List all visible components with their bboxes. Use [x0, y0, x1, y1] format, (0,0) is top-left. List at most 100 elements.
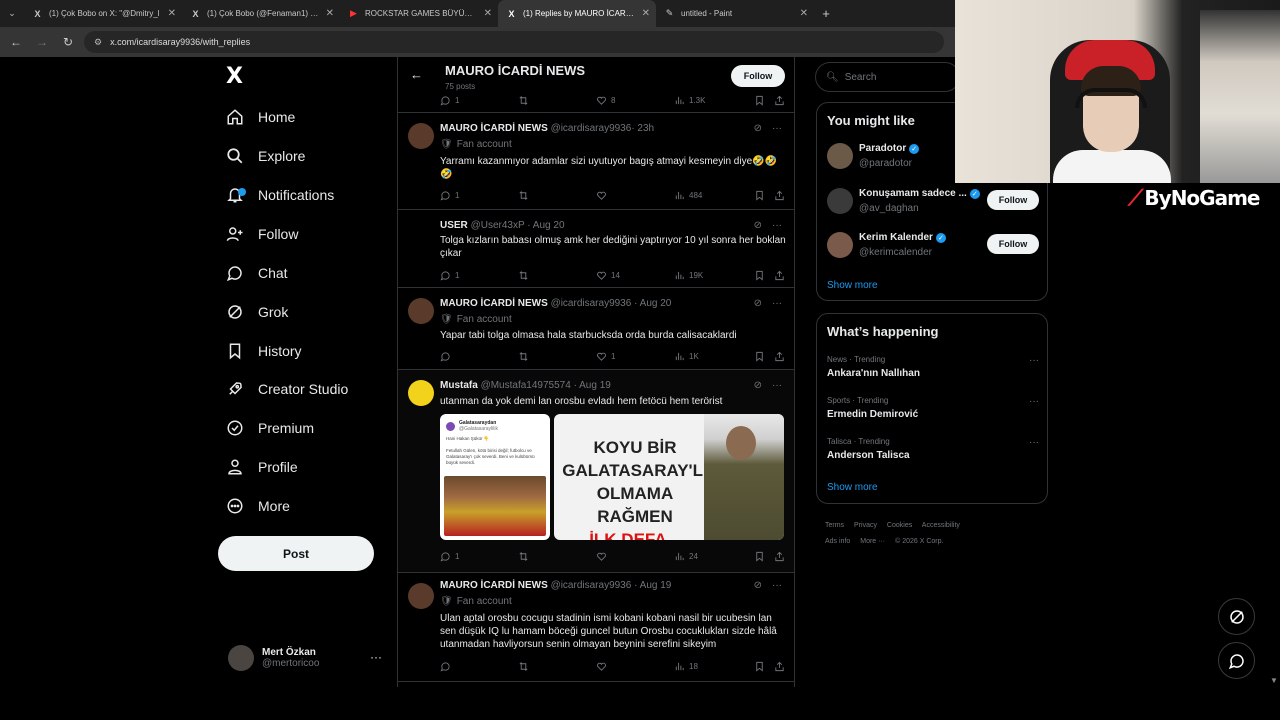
reply-button[interactable]: 1 [440, 95, 518, 106]
timestamp[interactable]: · Aug 20 [527, 220, 564, 231]
more-dots-icon[interactable]: ··· [772, 298, 782, 309]
follow-button[interactable]: Follow [987, 234, 1039, 254]
grok-floating-button[interactable] [1218, 598, 1255, 635]
nav-more[interactable]: More [226, 494, 290, 518]
footer-link-ads-info[interactable]: Ads info [825, 538, 850, 545]
more-dots-icon[interactable]: ··· [1029, 355, 1039, 366]
footer-link-terms[interactable]: Terms [825, 522, 844, 529]
author-name[interactable]: USER [440, 220, 468, 231]
like-button[interactable]: 1 [596, 351, 674, 362]
media-image-headline[interactable]: KOYU BİR GALATASARAY'LI OLMAMA RAĞMEN İL… [554, 414, 784, 540]
browser-tab-3[interactable]: X (1) Replies by MAURO İCARDİ N ✕ [498, 0, 656, 27]
browser-tab-4[interactable]: ✎ untitled - Paint ✕ [656, 0, 814, 27]
reply-button[interactable]: 1 [440, 270, 518, 281]
more-dots-icon[interactable]: ··· [772, 580, 782, 591]
nav-notifications[interactable]: Notifications [226, 183, 334, 207]
author-handle[interactable]: @icardisaray9936 [551, 580, 632, 591]
browser-tab-1[interactable]: X (1) Çok Bobo (@Fenaman1) / X ✕ [182, 0, 340, 27]
browser-tab-2[interactable]: ▶ ROCKSTAR GAMES BÜYÜK S*Ç ✕ [340, 0, 498, 27]
views-button[interactable]: 484 [674, 190, 754, 201]
footer-link-privacy[interactable]: Privacy [854, 522, 877, 529]
new-tab-button[interactable]: + [814, 0, 838, 27]
retweet-button[interactable] [518, 270, 596, 281]
retweet-button[interactable] [518, 351, 596, 362]
retweet-button[interactable] [518, 95, 596, 106]
follow-button[interactable]: Follow [731, 65, 785, 87]
views-button[interactable]: 1.3K [674, 95, 754, 106]
trend-item[interactable]: Talisca · Trending Anderson Talisca ··· [827, 437, 1039, 461]
scroll-down-arrow-icon[interactable]: ▼ [1270, 676, 1278, 685]
url-field[interactable]: ⚙ x.com/icardisaray9936/with_replies [84, 31, 944, 53]
more-dots-icon[interactable]: ··· [772, 380, 782, 391]
author-name[interactable]: MAURO İCARDİ NEWS [440, 580, 548, 591]
forward-arrow-icon[interactable]: → [32, 32, 52, 52]
grok-icon[interactable]: ⊘ [754, 380, 762, 391]
bookmark-button[interactable] [754, 190, 774, 201]
nav-profile[interactable]: Profile [226, 455, 298, 479]
bookmark-button[interactable] [754, 661, 774, 672]
author-handle[interactable]: @icardisaray9936 [551, 123, 632, 134]
more-dots-icon[interactable]: ··· [772, 123, 782, 134]
views-button[interactable]: 24 [674, 551, 754, 562]
author-handle[interactable]: @Mustafa14975574 [481, 380, 571, 391]
nav-explore[interactable]: Explore [226, 144, 305, 168]
reply-button[interactable]: 1 [440, 190, 518, 201]
views-button[interactable]: 1K [674, 351, 754, 362]
avatar[interactable] [408, 583, 434, 609]
browser-tab-0[interactable]: X (1) Çok Bobo on X: "@Dmitry_l ✕ [24, 0, 182, 27]
share-button[interactable] [774, 351, 786, 362]
reply-button[interactable]: 1 [440, 551, 518, 562]
like-button[interactable] [596, 190, 674, 201]
nav-history[interactable]: History [226, 339, 302, 363]
like-button[interactable]: 8 [596, 95, 674, 106]
nav-chat[interactable]: Chat [226, 261, 288, 285]
like-button[interactable] [596, 551, 674, 562]
share-button[interactable] [774, 270, 786, 281]
site-info-icon[interactable]: ⚙ [94, 37, 102, 48]
share-button[interactable] [774, 95, 786, 106]
reply-button[interactable] [440, 661, 518, 672]
share-button[interactable] [774, 551, 786, 562]
tweet[interactable]: MAURO İCARDİ NEWS @icardisaray9936 · Aug… [398, 573, 794, 682]
nav-home[interactable]: Home [226, 105, 295, 129]
views-button[interactable]: 18 [674, 661, 754, 672]
retweet-button[interactable] [518, 661, 596, 672]
share-button[interactable] [774, 190, 786, 201]
nav-creator-studio[interactable]: Creator Studio [226, 377, 348, 401]
main-timeline[interactable]: ← MAURO İCARDİ NEWS 75 posts Follow 1 8 … [397, 57, 795, 687]
author-name[interactable]: MAURO İCARDİ NEWS [440, 298, 548, 309]
like-button[interactable]: 14 [596, 270, 674, 281]
grok-icon[interactable]: ⊘ [754, 298, 762, 309]
nav-follow[interactable]: Follow [226, 222, 298, 246]
close-icon[interactable]: ✕ [642, 8, 650, 19]
post-button[interactable]: Post [218, 536, 374, 571]
more-dots-icon[interactable]: ··· [370, 650, 382, 664]
more-dots-icon[interactable]: ··· [1029, 437, 1039, 448]
tweet[interactable]: MAURO İCARDİ NEWS @icardisaray9936 · Aug… [398, 288, 794, 370]
grok-icon[interactable]: ⊘ [754, 123, 762, 134]
suggestion-item[interactable]: Konuşamam sadece ... ✓ @av_daghan Follow [827, 188, 1039, 218]
author-name[interactable]: Mustafa [440, 380, 478, 391]
suggestion-name[interactable]: Kerim Kalender ✓ [859, 232, 946, 243]
avatar[interactable] [827, 232, 853, 258]
grok-icon[interactable]: ⊘ [754, 580, 762, 591]
timestamp[interactable]: · Aug 20 [634, 298, 671, 309]
retweet-button[interactable] [518, 551, 596, 562]
suggestion-item[interactable]: Kerim Kalender ✓ @kerimcalender Follow [827, 232, 1039, 262]
search-input[interactable]: 🔍︎ Search [815, 62, 960, 92]
close-icon[interactable]: ✕ [168, 8, 176, 19]
timestamp[interactable]: · Aug 19 [574, 380, 611, 391]
suggestion-name[interactable]: Konuşamam sadece ... ✓ [859, 188, 980, 199]
bookmark-button[interactable] [754, 551, 774, 562]
avatar[interactable] [827, 188, 853, 214]
footer-link-more[interactable]: More ··· [860, 538, 885, 545]
like-button[interactable] [596, 661, 674, 672]
nav-premium[interactable]: Premium [226, 416, 314, 440]
close-icon[interactable]: ✕ [484, 8, 492, 19]
reply-button[interactable] [440, 351, 518, 362]
author-handle[interactable]: @icardisaray9936 [551, 298, 632, 309]
show-more-link[interactable]: Show more [827, 280, 878, 291]
footer-link-cookies[interactable]: Cookies [887, 522, 912, 529]
share-button[interactable] [774, 661, 786, 672]
author-name[interactable]: MAURO İCARDİ NEWS [440, 123, 548, 134]
